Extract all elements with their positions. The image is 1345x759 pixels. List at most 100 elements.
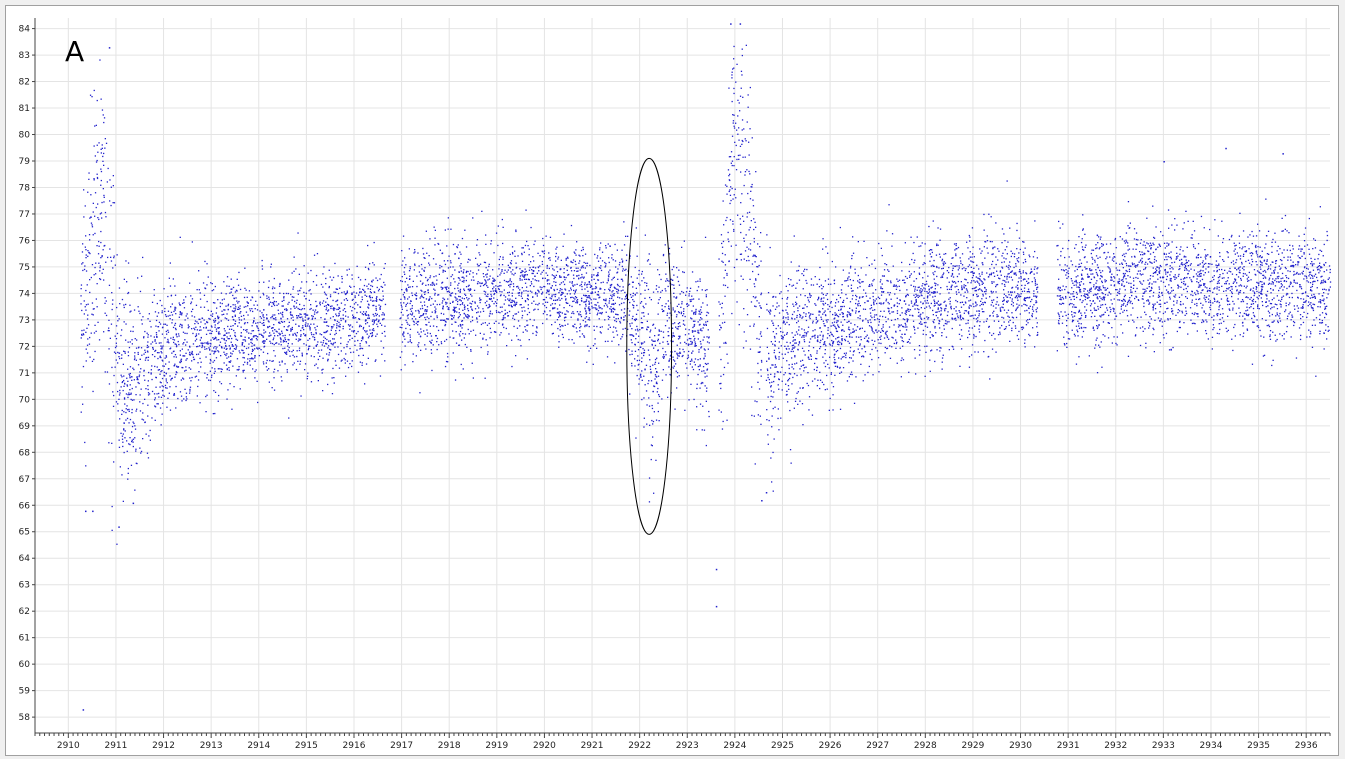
data-point xyxy=(429,238,431,240)
data-point xyxy=(1261,284,1263,286)
data-point xyxy=(684,324,686,326)
data-point xyxy=(240,311,242,313)
data-point xyxy=(760,293,762,296)
data-point xyxy=(1175,246,1178,248)
data-point xyxy=(1239,258,1242,260)
data-point xyxy=(167,315,169,317)
data-point xyxy=(579,311,581,313)
data-point xyxy=(192,343,195,345)
data-point xyxy=(586,361,588,363)
data-point xyxy=(1290,336,1292,338)
data-point xyxy=(787,401,789,403)
data-point xyxy=(895,284,897,286)
data-point xyxy=(872,295,874,298)
data-point xyxy=(351,330,353,332)
data-point xyxy=(1304,301,1306,303)
data-point xyxy=(161,359,163,361)
data-point xyxy=(973,317,975,320)
data-point xyxy=(1109,306,1111,309)
data-point xyxy=(1185,210,1187,212)
data-point xyxy=(583,261,585,264)
data-point xyxy=(201,317,203,319)
data-point xyxy=(1076,293,1078,295)
data-point xyxy=(1297,262,1299,264)
data-point xyxy=(851,257,853,260)
data-point xyxy=(1306,316,1308,318)
data-point xyxy=(86,327,88,329)
data-point xyxy=(965,285,967,287)
data-point xyxy=(381,353,383,355)
data-point xyxy=(241,349,243,351)
data-point xyxy=(290,314,292,316)
data-point xyxy=(845,293,847,296)
data-point xyxy=(1001,316,1003,318)
data-point xyxy=(888,338,890,340)
data-point xyxy=(123,411,125,413)
data-point xyxy=(120,386,122,388)
data-point xyxy=(906,326,908,328)
data-point xyxy=(703,370,705,372)
data-point xyxy=(774,364,776,366)
data-point xyxy=(1243,332,1245,334)
data-point xyxy=(471,309,474,311)
data-point xyxy=(521,307,523,309)
data-point xyxy=(477,281,479,283)
data-point xyxy=(629,393,631,395)
data-point xyxy=(131,343,133,345)
data-point xyxy=(223,298,225,300)
data-point xyxy=(760,331,762,333)
data-point xyxy=(650,329,652,331)
data-point xyxy=(979,304,981,307)
data-point xyxy=(193,327,195,329)
data-point xyxy=(719,346,721,348)
data-point xyxy=(663,354,665,356)
data-point xyxy=(702,302,704,304)
data-point xyxy=(836,337,839,339)
data-point xyxy=(112,391,114,393)
data-point xyxy=(597,272,599,274)
data-point xyxy=(1070,278,1072,280)
data-point xyxy=(288,279,290,281)
data-point xyxy=(1282,230,1284,232)
data-point xyxy=(586,296,588,299)
data-point xyxy=(669,312,671,314)
data-point xyxy=(661,289,663,292)
data-point xyxy=(111,292,113,294)
data-point xyxy=(635,227,637,229)
data-point xyxy=(518,292,521,294)
data-point xyxy=(285,309,288,312)
data-point xyxy=(83,300,85,302)
data-point xyxy=(825,246,827,248)
data-point xyxy=(1169,292,1172,294)
data-point xyxy=(786,393,788,396)
data-point xyxy=(230,306,232,308)
data-point xyxy=(352,331,355,333)
data-point xyxy=(768,419,770,422)
data-point xyxy=(925,306,928,308)
data-point xyxy=(1256,270,1259,272)
data-point xyxy=(1167,209,1170,211)
data-point xyxy=(603,298,605,301)
data-point xyxy=(146,344,149,347)
data-point xyxy=(695,281,697,283)
data-point xyxy=(696,406,698,408)
data-point xyxy=(151,417,153,419)
data-point xyxy=(814,329,816,331)
data-point xyxy=(995,263,997,266)
data-point xyxy=(1030,268,1032,270)
data-point xyxy=(351,278,353,280)
data-point xyxy=(628,283,631,285)
data-point xyxy=(1031,281,1033,283)
data-point xyxy=(629,301,631,304)
data-point xyxy=(991,282,993,284)
data-point xyxy=(654,358,657,361)
data-point xyxy=(1029,272,1031,275)
data-point xyxy=(802,424,804,426)
data-point xyxy=(929,370,931,372)
data-point xyxy=(130,464,133,466)
data-point xyxy=(849,346,852,349)
data-point xyxy=(1256,319,1258,321)
data-point xyxy=(413,269,415,271)
data-point xyxy=(495,232,498,234)
data-point xyxy=(989,332,991,334)
